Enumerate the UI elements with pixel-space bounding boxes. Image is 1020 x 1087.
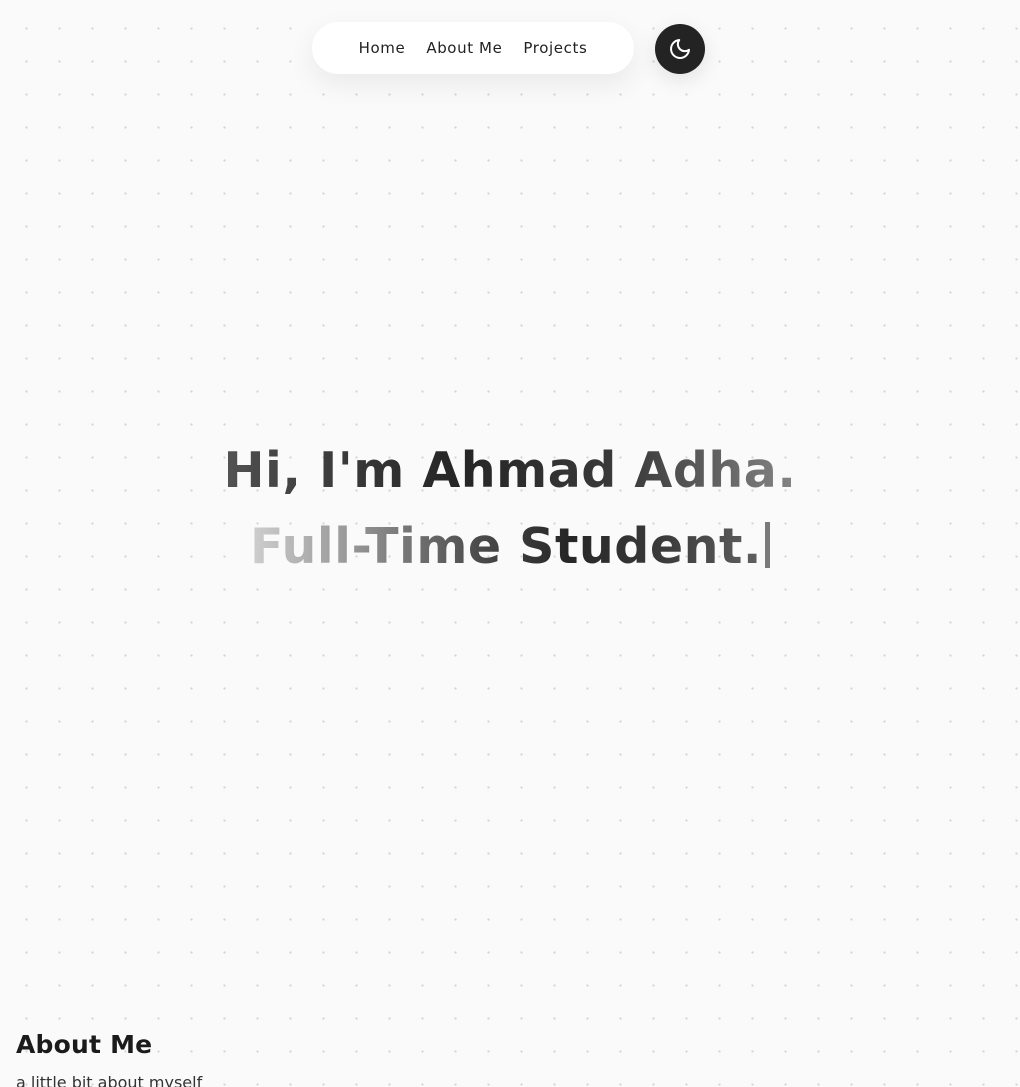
hero-role-line: Full-Time Student. [0,509,1020,585]
hero-greeting: Hi, I'm Ahmad Adha. [0,433,1020,509]
hero-heading: Hi, I'm Ahmad Adha. Full-Time Student. [0,433,1020,585]
theme-toggle-button[interactable] [655,24,705,74]
hero-role: Full-Time Student. [249,517,763,575]
nav-link-about[interactable]: About Me [426,39,502,57]
nav-link-projects[interactable]: Projects [523,39,587,57]
nav-bar: Home About Me Projects [312,22,634,74]
moon-icon [670,39,690,59]
typing-cursor [765,521,771,568]
about-section-title: About Me [16,1030,153,1059]
about-section-subtitle: a little bit about myself [16,1073,203,1087]
nav-link-home[interactable]: Home [359,39,406,57]
